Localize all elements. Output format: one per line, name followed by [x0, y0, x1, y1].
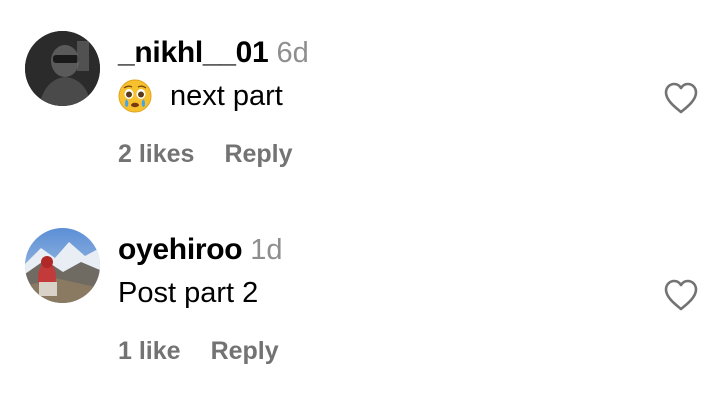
crying-face-emoji-icon [118, 79, 152, 113]
username[interactable]: oyehiroo [118, 233, 243, 266]
timestamp[interactable]: 1d [250, 234, 282, 266]
comment-header: _nikhl__01 6d [118, 34, 309, 77]
username[interactable]: _nikhl__01 [118, 36, 269, 69]
heart-outline-icon[interactable] [663, 278, 699, 312]
comment-text: next part [118, 78, 283, 114]
comment-header: oyehiroo 1d [118, 231, 283, 274]
avatar[interactable] [25, 31, 100, 106]
comment-body: next part [170, 80, 283, 112]
timestamp[interactable]: 6d [276, 37, 308, 69]
comment-item: _nikhl__01 6d next part 2 likes Reply [0, 0, 717, 190]
likes-count[interactable]: 1 like [118, 337, 181, 365]
heart-outline-icon[interactable] [663, 81, 699, 115]
comment-actions: 2 likes Reply [118, 138, 293, 170]
comment-text: Post part 2 [118, 275, 258, 311]
avatar[interactable] [25, 228, 100, 303]
comment-body: Post part 2 [118, 277, 259, 309]
comment-item: oyehiroo 1d Post part 2 1 like Reply [0, 197, 717, 387]
likes-count[interactable]: 2 likes [118, 140, 194, 168]
reply-button[interactable]: Reply [224, 140, 292, 168]
reply-button[interactable]: Reply [211, 337, 279, 365]
comment-actions: 1 like Reply [118, 335, 279, 367]
